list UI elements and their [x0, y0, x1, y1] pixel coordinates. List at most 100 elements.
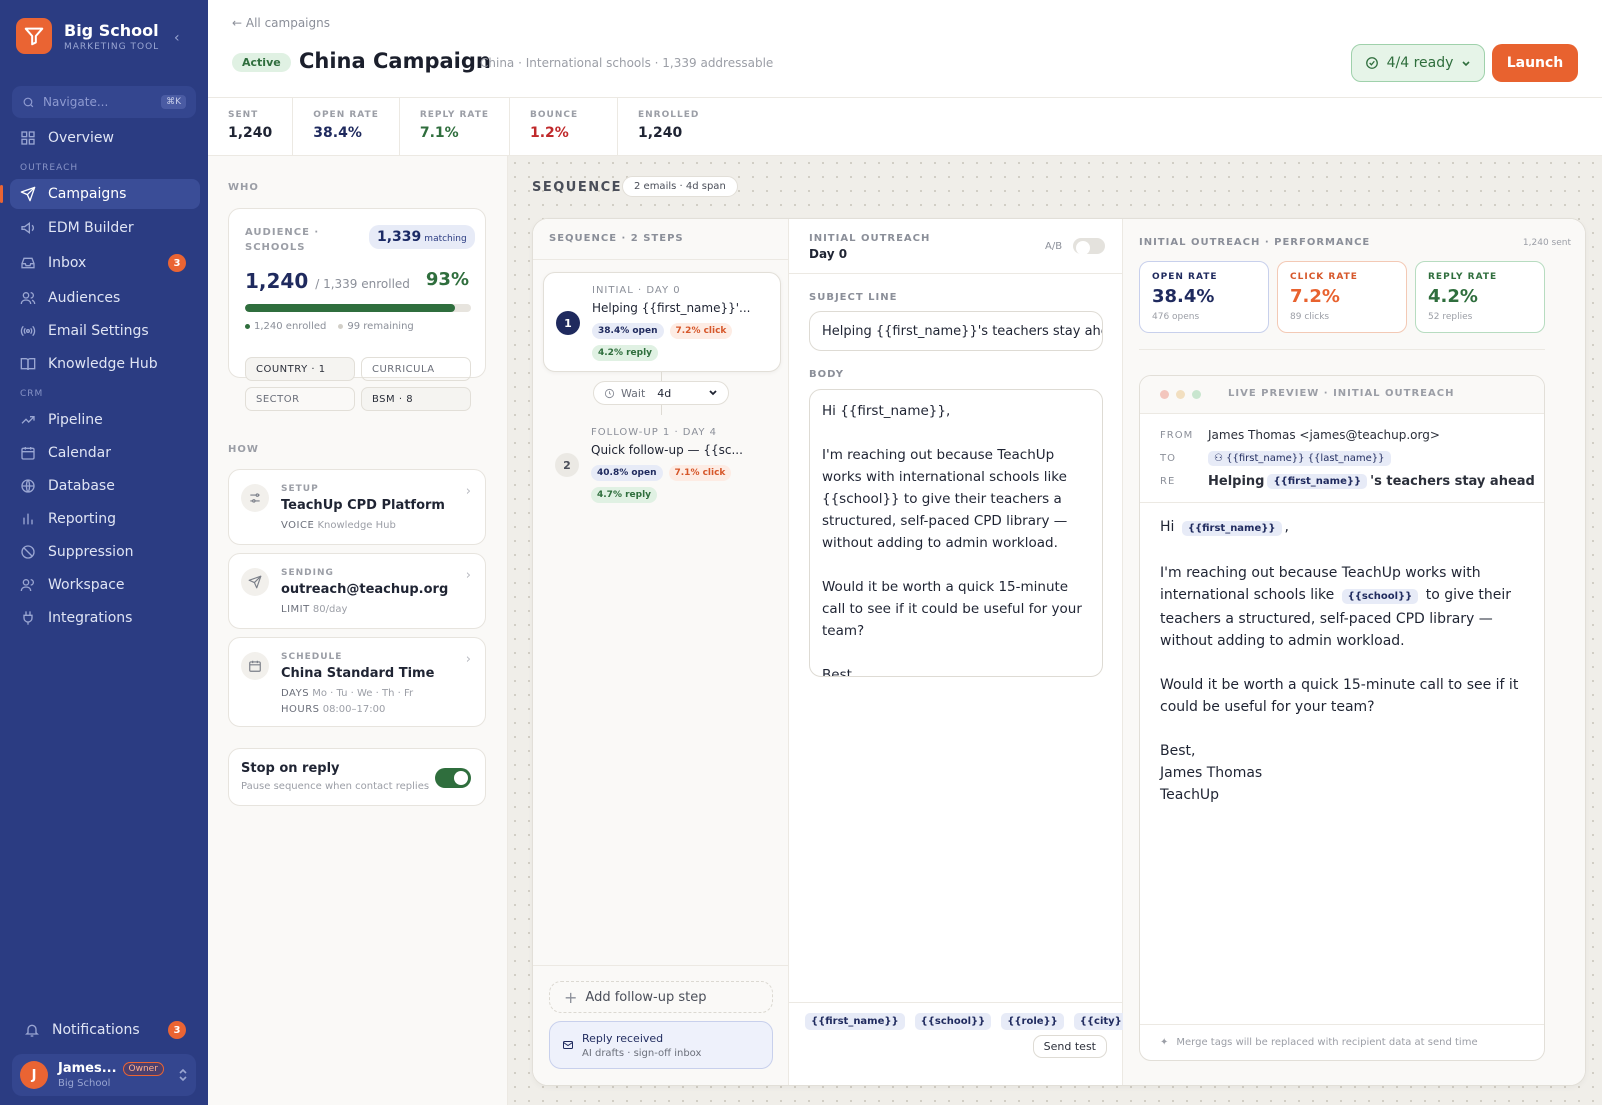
- nav-calendar[interactable]: Calendar: [10, 438, 200, 468]
- open-rate-caption: OPEN RATE: [1152, 272, 1218, 282]
- live-preview: LIVE PREVIEW · INITIAL OUTREACH FROM Jam…: [1139, 375, 1545, 1061]
- step-caption: INITIAL · DAY 0: [592, 285, 681, 296]
- body-textarea[interactable]: Hi {{first_name}}, I'm reaching out beca…: [809, 389, 1103, 677]
- enrolled-count: 1,240 / 1,339 enrolled: [245, 269, 410, 293]
- stop-on-reply-card: Stop on reply Pause sequence when contac…: [228, 748, 486, 806]
- nav-inbox[interactable]: Inbox 3: [10, 248, 200, 278]
- performance-sent: 1,240 sent: [1522, 238, 1571, 248]
- ban-icon: [21, 545, 35, 559]
- filter-curricula[interactable]: CURRICULA: [361, 357, 471, 381]
- limit-value: 80/day: [312, 604, 348, 615]
- nav-edm-builder[interactable]: EDM Builder: [10, 213, 200, 243]
- voice-key: VOICE: [281, 520, 315, 531]
- wait-delay-select[interactable]: Wait 4d: [593, 381, 729, 405]
- merge-tag-first-name[interactable]: {{first_name}}: [805, 1013, 905, 1030]
- open-rate-sub: 476 opens: [1152, 312, 1200, 322]
- sequence-board: SEQUENCE · 2 STEPS 1 INITIAL · DAY 0 Hel…: [532, 218, 1586, 1086]
- limit-key: LIMIT: [281, 604, 310, 615]
- nav-knowledge-hub[interactable]: Knowledge Hub: [10, 349, 200, 379]
- launch-button[interactable]: Launch: [1492, 44, 1578, 82]
- audience-title: AUDIENCE · SCHOOLS: [245, 227, 320, 253]
- nav-integrations[interactable]: Integrations: [10, 603, 200, 633]
- step-caption: FOLLOW-UP 1 · DAY 4: [591, 427, 718, 438]
- send-test-button[interactable]: Send test: [1032, 1035, 1107, 1058]
- stop-on-reply-toggle[interactable]: [435, 768, 471, 788]
- who-label: WHO: [228, 182, 259, 193]
- nav-workspace[interactable]: Workspace: [10, 570, 200, 600]
- stat-value: 7.1%: [419, 125, 459, 141]
- filter-country[interactable]: COUNTRY · 1: [245, 357, 355, 381]
- step-card-follow-up[interactable]: 2 FOLLOW-UP 1 · DAY 4 Quick follow-up — …: [543, 415, 781, 515]
- from-key: FROM: [1160, 429, 1194, 441]
- subject-input[interactable]: Helping {{first_name}}'s teachers stay a…: [809, 311, 1103, 351]
- p2-merge-tag: {{school}}: [1341, 589, 1419, 604]
- stop-on-reply-title: Stop on reply: [241, 761, 340, 776]
- stat-label: REPLY RATE: [419, 110, 489, 120]
- legend-enrolled-label: 1,240 enrolled: [254, 321, 327, 332]
- reply-rate-sub: 52 replies: [1428, 312, 1473, 322]
- broadcast-icon: [20, 325, 36, 337]
- stat-open-rate: OPEN RATE 38.4%: [293, 98, 400, 155]
- editor-day: Day 0: [809, 247, 848, 261]
- how-label: HOW: [228, 444, 259, 455]
- step-card-initial[interactable]: 1 INITIAL · DAY 0 Helping {{first_name}}…: [543, 272, 781, 372]
- sending-meta: LIMIT 80/day: [281, 604, 347, 615]
- schedule-caption: SCHEDULE: [281, 652, 343, 662]
- merge-tag-school[interactable]: {{school}}: [914, 1013, 992, 1030]
- nav-database[interactable]: Database: [10, 471, 200, 501]
- legend-remaining: 99 remaining: [338, 321, 414, 332]
- stat-value: 1,240: [228, 125, 273, 141]
- email-editor: INITIAL OUTREACH Day 0 A/B SUBJECT LINE …: [789, 219, 1135, 1085]
- back-link[interactable]: ← All campaigns: [232, 16, 330, 30]
- filter-bsm[interactable]: BSM · 8: [361, 387, 471, 411]
- audience-card[interactable]: AUDIENCE · SCHOOLS 1,339 matching 1,240 /…: [228, 208, 486, 411]
- nav-email-settings[interactable]: Email Settings: [10, 316, 200, 346]
- grid-icon: [21, 131, 35, 145]
- nav-suppression[interactable]: Suppression: [10, 537, 200, 567]
- plus-icon: +: [564, 987, 578, 1007]
- brand[interactable]: Big School MARKETING TOOL: [16, 18, 159, 54]
- inbox-badge: 3: [168, 254, 186, 272]
- sending-card[interactable]: SENDING outreach@teachup.org LIMIT 80/da…: [228, 553, 486, 629]
- nav-pipeline[interactable]: Pipeline: [10, 405, 200, 435]
- readiness-button[interactable]: 4/4 ready: [1351, 44, 1485, 82]
- chevron-right-icon: ›: [465, 568, 471, 583]
- filter-sector[interactable]: SECTOR: [245, 387, 355, 411]
- step-number: 2: [555, 453, 579, 477]
- preview-paragraph-ask: Would it be worth a quick 15-minute call…: [1160, 677, 1519, 715]
- schedule-card[interactable]: SCHEDULE China Standard Time DAYS Mo · T…: [228, 637, 486, 727]
- nav-notifications[interactable]: Notifications 3: [14, 1015, 196, 1045]
- mail-icon: [563, 1041, 573, 1049]
- nav-reporting[interactable]: Reporting: [10, 504, 200, 534]
- setup-card[interactable]: SETUP TeachUp CPD Platform VOICE Knowled…: [228, 469, 486, 545]
- nav-audiences[interactable]: Audiences: [10, 283, 200, 313]
- add-follow-up-button[interactable]: + Add follow-up step: [549, 981, 773, 1013]
- notifications-badge: 3: [168, 1021, 186, 1039]
- click-rate-card: CLICK RATE 7.2% 89 clicks: [1277, 261, 1407, 333]
- user-menu[interactable]: J James... Owner Big School: [12, 1054, 196, 1096]
- stat-label: OPEN RATE: [313, 110, 379, 120]
- plug-icon: [23, 611, 33, 625]
- navigate-search[interactable]: Navigate... ⌘K: [12, 86, 196, 118]
- megaphone-icon: [21, 222, 34, 234]
- merge-tag-role[interactable]: {{role}}: [1001, 1013, 1064, 1030]
- chevron-right-icon: ›: [465, 484, 471, 499]
- reply-received-node[interactable]: Reply received AI drafts · sign-off inbo…: [549, 1021, 773, 1069]
- nav-label: Inbox: [48, 255, 87, 271]
- reply-chip: 4.7% reply: [591, 487, 658, 503]
- ab-toggle[interactable]: [1073, 238, 1105, 255]
- nav-campaigns[interactable]: Campaigns: [0, 179, 200, 209]
- steps-column: SEQUENCE · 2 STEPS 1 INITIAL · DAY 0 Hel…: [533, 219, 789, 1085]
- person-icon: ⚇: [1214, 453, 1223, 464]
- nav-label: Campaigns: [48, 186, 127, 202]
- nav-overview[interactable]: Overview: [10, 123, 200, 153]
- preview-signoff: Best,: [1160, 743, 1196, 759]
- stat-value: 38.4%: [313, 125, 362, 141]
- hi-comma: ,: [1284, 519, 1289, 535]
- nav-label: Pipeline: [48, 412, 103, 428]
- chevron-down-icon: [1462, 61, 1470, 67]
- to-key: TO: [1160, 453, 1176, 464]
- page-subtitle: China · International schools · 1,339 ad…: [480, 56, 774, 70]
- collapse-sidebar-icon[interactable]: ‹: [174, 30, 180, 46]
- preview-title: LIVE PREVIEW · INITIAL OUTREACH: [1228, 388, 1455, 399]
